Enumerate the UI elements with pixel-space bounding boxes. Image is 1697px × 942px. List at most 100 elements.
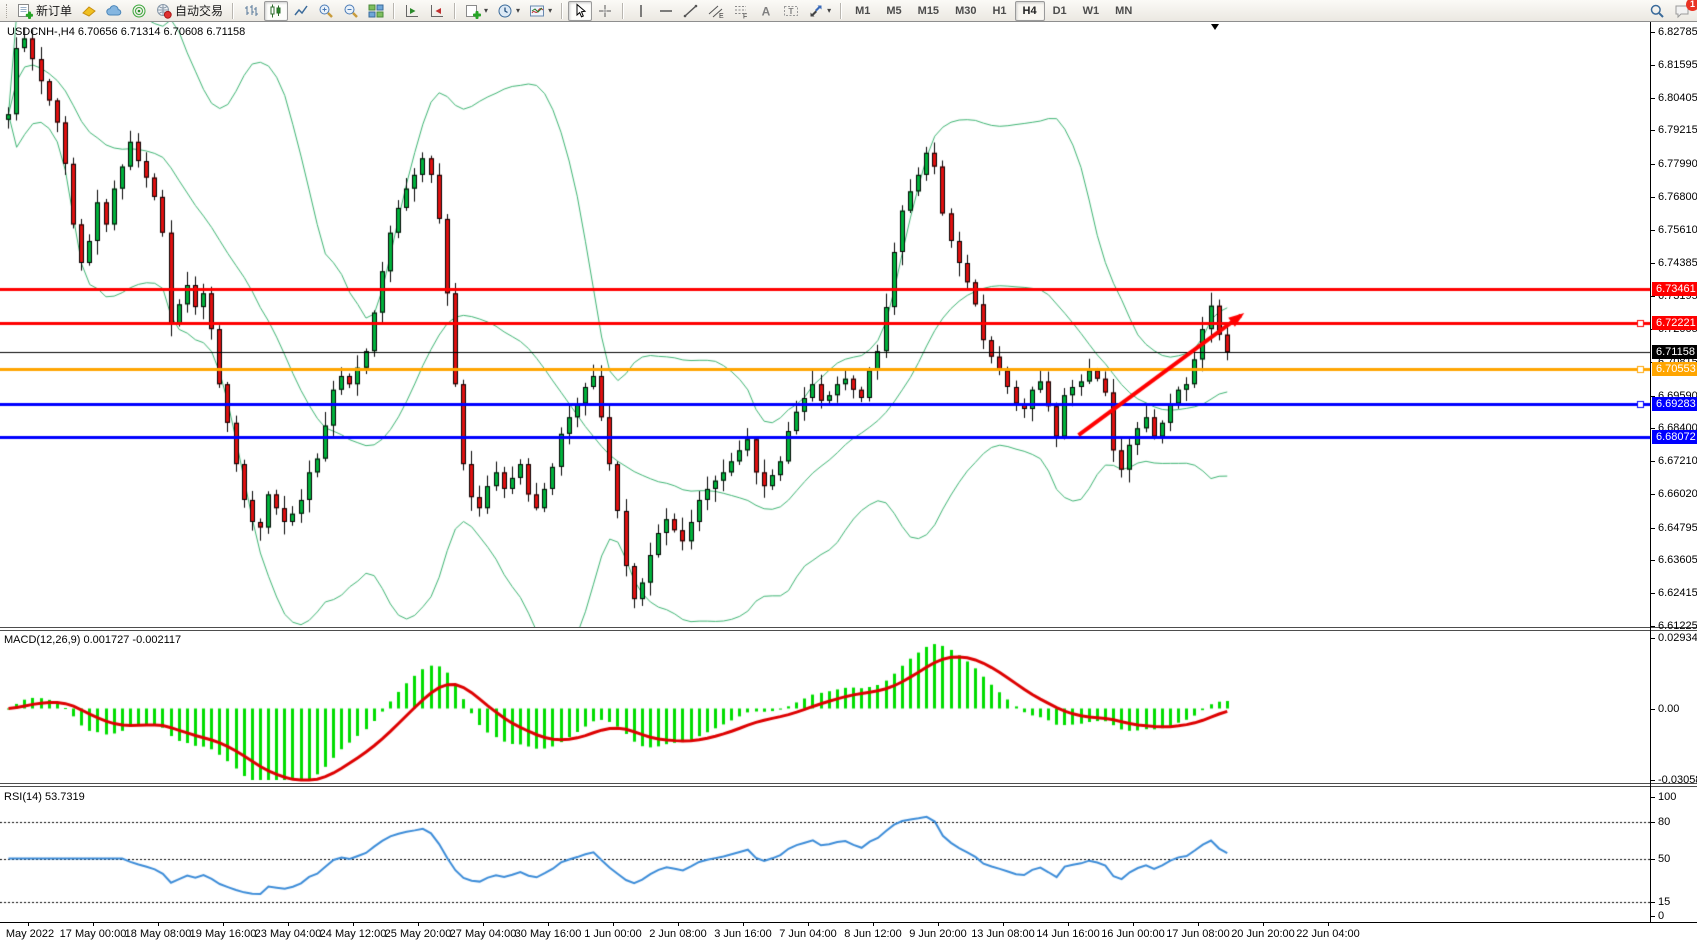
toolbar-separator xyxy=(840,3,842,19)
time-tick-label: 9 Jun 20:00 xyxy=(909,928,967,940)
rsi-canvas[interactable] xyxy=(0,787,1650,922)
templates-button[interactable]: ▾ xyxy=(525,1,556,21)
candlestick-icon xyxy=(268,3,284,19)
line-chart-button[interactable] xyxy=(289,1,313,21)
toolbar-separator xyxy=(622,3,624,19)
arrows-icon xyxy=(808,3,824,19)
time-tick-mark xyxy=(938,923,939,926)
price-level-label: 6.69283 xyxy=(1652,397,1697,411)
time-tick-mark xyxy=(28,923,29,926)
time-tick-label: 18 May 08:00 xyxy=(125,928,192,940)
fibonacci-icon: F xyxy=(733,3,749,19)
new-order-label: 新订单 xyxy=(36,2,72,19)
timeframe-M15[interactable]: M15 xyxy=(910,1,947,21)
clock-icon xyxy=(497,3,513,19)
mql5-cloud-icon xyxy=(106,3,122,19)
price-level-label: 6.73461 xyxy=(1652,282,1697,296)
equidistant-channel-button[interactable]: E xyxy=(704,1,728,21)
fibonacci-button[interactable]: F xyxy=(729,1,753,21)
time-tick-mark xyxy=(288,923,289,926)
time-tick-label: 1 Jun 00:00 xyxy=(584,928,642,940)
svg-text:E: E xyxy=(719,13,724,19)
time-tick-label: 27 May 04:00 xyxy=(450,928,517,940)
time-axis[interactable]: May 202217 May 00:0018 May 08:0019 May 1… xyxy=(0,922,1697,942)
trendline-button[interactable] xyxy=(679,1,703,21)
tile-windows-button[interactable] xyxy=(364,1,388,21)
templates-icon xyxy=(529,3,545,19)
time-tick-mark xyxy=(158,923,159,926)
time-tick-label: 2 Jun 08:00 xyxy=(649,928,707,940)
time-tick-mark xyxy=(808,923,809,926)
zoom-out-button[interactable] xyxy=(339,1,363,21)
metaeditor-icon xyxy=(81,3,97,19)
dropdown-caret-icon: ▾ xyxy=(484,7,488,15)
notifications-button[interactable]: 1 xyxy=(1670,1,1694,21)
time-tick-label: 17 Jun 08:00 xyxy=(1166,928,1230,940)
price-tick-label: 6.63605 xyxy=(1651,554,1697,566)
periods-button[interactable]: ▾ xyxy=(493,1,524,21)
timeframe-M1[interactable]: M1 xyxy=(847,1,878,21)
dropdown-caret-icon: ▾ xyxy=(548,7,552,15)
timeframe-H1[interactable]: H1 xyxy=(984,1,1014,21)
new-order-button[interactable]: 新订单 xyxy=(13,1,76,21)
toolbar-separator xyxy=(393,3,395,19)
search-icon xyxy=(1649,3,1665,19)
time-tick-mark xyxy=(1068,923,1069,926)
auto-scroll-button[interactable] xyxy=(400,1,424,21)
horizontal-line-button[interactable] xyxy=(654,1,678,21)
time-tick-mark xyxy=(1198,923,1199,926)
mql5-community-button[interactable] xyxy=(102,1,126,21)
time-tick-mark xyxy=(613,923,614,926)
timeframe-M30[interactable]: M30 xyxy=(947,1,984,21)
time-tick-mark xyxy=(678,923,679,926)
price-tick-label: 6.62415 xyxy=(1651,587,1697,599)
zoom-in-button[interactable] xyxy=(314,1,338,21)
price-chart-canvas[interactable] xyxy=(0,22,1650,627)
macd-canvas[interactable] xyxy=(0,630,1650,783)
notification-badge: 1 xyxy=(1686,0,1697,11)
crosshair-button[interactable] xyxy=(593,1,617,21)
price-tick-label: 6.82785 xyxy=(1651,26,1697,38)
timeframe-M5[interactable]: M5 xyxy=(878,1,909,21)
price-tick-label: 6.66020 xyxy=(1651,488,1697,500)
text-button[interactable]: A xyxy=(754,1,778,21)
vertical-line-button[interactable] xyxy=(629,1,653,21)
price-tick-label: 6.75610 xyxy=(1651,224,1697,236)
candlestick-chart-button[interactable] xyxy=(264,1,288,21)
metaeditor-button[interactable] xyxy=(77,1,101,21)
time-tick-label: 23 May 04:00 xyxy=(255,928,322,940)
time-tick-mark xyxy=(1263,923,1264,926)
price-level-label: 6.71158 xyxy=(1652,345,1697,359)
new-order-icon xyxy=(17,3,33,19)
signals-button[interactable] xyxy=(127,1,151,21)
main-toolbar: 新订单 自动交易 ▾ ▾ ▾ E F A T xyxy=(0,0,1697,22)
chart-shift-button[interactable] xyxy=(425,1,449,21)
toolbar-separator xyxy=(454,3,456,19)
time-tick-mark xyxy=(873,923,874,926)
equidistant-channel-icon: E xyxy=(708,3,724,19)
price-tick-label: 6.79215 xyxy=(1651,124,1697,136)
arrows-button[interactable]: ▾ xyxy=(804,1,835,21)
macd-axis-label: -0.030587 xyxy=(1651,774,1697,786)
rsi-axis-label: 50 xyxy=(1651,853,1670,865)
macd-label: MACD(12,26,9) 0.001727 -0.002117 xyxy=(4,634,181,646)
chart-shift-marker-icon[interactable] xyxy=(1211,24,1219,30)
price-axis[interactable]: 6.827856.815956.804056.792156.779906.768… xyxy=(1651,22,1697,922)
timeframe-MN[interactable]: MN xyxy=(1107,1,1140,21)
price-tick-label: 6.64795 xyxy=(1651,522,1697,534)
toolbar-grip xyxy=(6,4,9,18)
timeframe-H4[interactable]: H4 xyxy=(1015,1,1045,21)
text-label-button[interactable]: T xyxy=(779,1,803,21)
crosshair-icon xyxy=(597,3,613,19)
signals-radar-icon xyxy=(131,3,147,19)
macd-axis-label: 0.029341 xyxy=(1651,632,1697,644)
search-button[interactable] xyxy=(1645,1,1669,21)
timeframe-D1[interactable]: D1 xyxy=(1045,1,1075,21)
price-tick-label: 6.67210 xyxy=(1651,455,1697,467)
timeframe-W1[interactable]: W1 xyxy=(1075,1,1108,21)
cursor-button[interactable] xyxy=(568,1,592,21)
bar-chart-button[interactable] xyxy=(239,1,263,21)
autotrading-button[interactable]: 自动交易 xyxy=(152,1,227,21)
price-level-label: 6.68072 xyxy=(1652,430,1697,444)
new-chart-button[interactable]: ▾ xyxy=(461,1,492,21)
